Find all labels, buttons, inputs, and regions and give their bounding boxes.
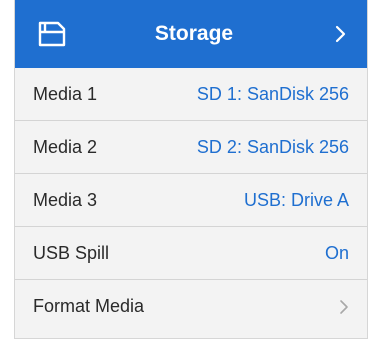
media-3-value: USB: Drive A	[243, 189, 349, 210]
format-media-label: Format Media	[33, 296, 145, 316]
media-3-label: Media 3	[33, 189, 98, 210]
media-2-label: Media 2	[33, 136, 98, 157]
chevron-right-icon	[339, 299, 349, 315]
media-2-row[interactable]: Media 2 SD 2: SanDisk 256	[15, 121, 367, 174]
page-title: Storage	[154, 22, 234, 45]
media-1-label: Media 1	[33, 83, 98, 104]
storage-menu-panel: Storage Media 1 SD 1: SanDisk 256 Media …	[14, 0, 368, 339]
media-1-row[interactable]: Media 1 SD 1: SanDisk 256	[15, 68, 367, 121]
media-1-value: SD 1: SanDisk 256	[196, 83, 349, 104]
media-2-value: SD 2: SanDisk 256	[196, 136, 349, 157]
usb-spill-row[interactable]: USB Spill On	[15, 227, 367, 280]
chevron-right-icon	[335, 25, 347, 43]
format-media-row[interactable]: Format Media	[15, 280, 367, 333]
storage-menu-header[interactable]: Storage	[15, 0, 367, 68]
media-3-row[interactable]: Media 3 USB: Drive A	[15, 174, 367, 227]
usb-spill-label: USB Spill	[33, 242, 110, 263]
usb-spill-value: On	[324, 242, 349, 263]
